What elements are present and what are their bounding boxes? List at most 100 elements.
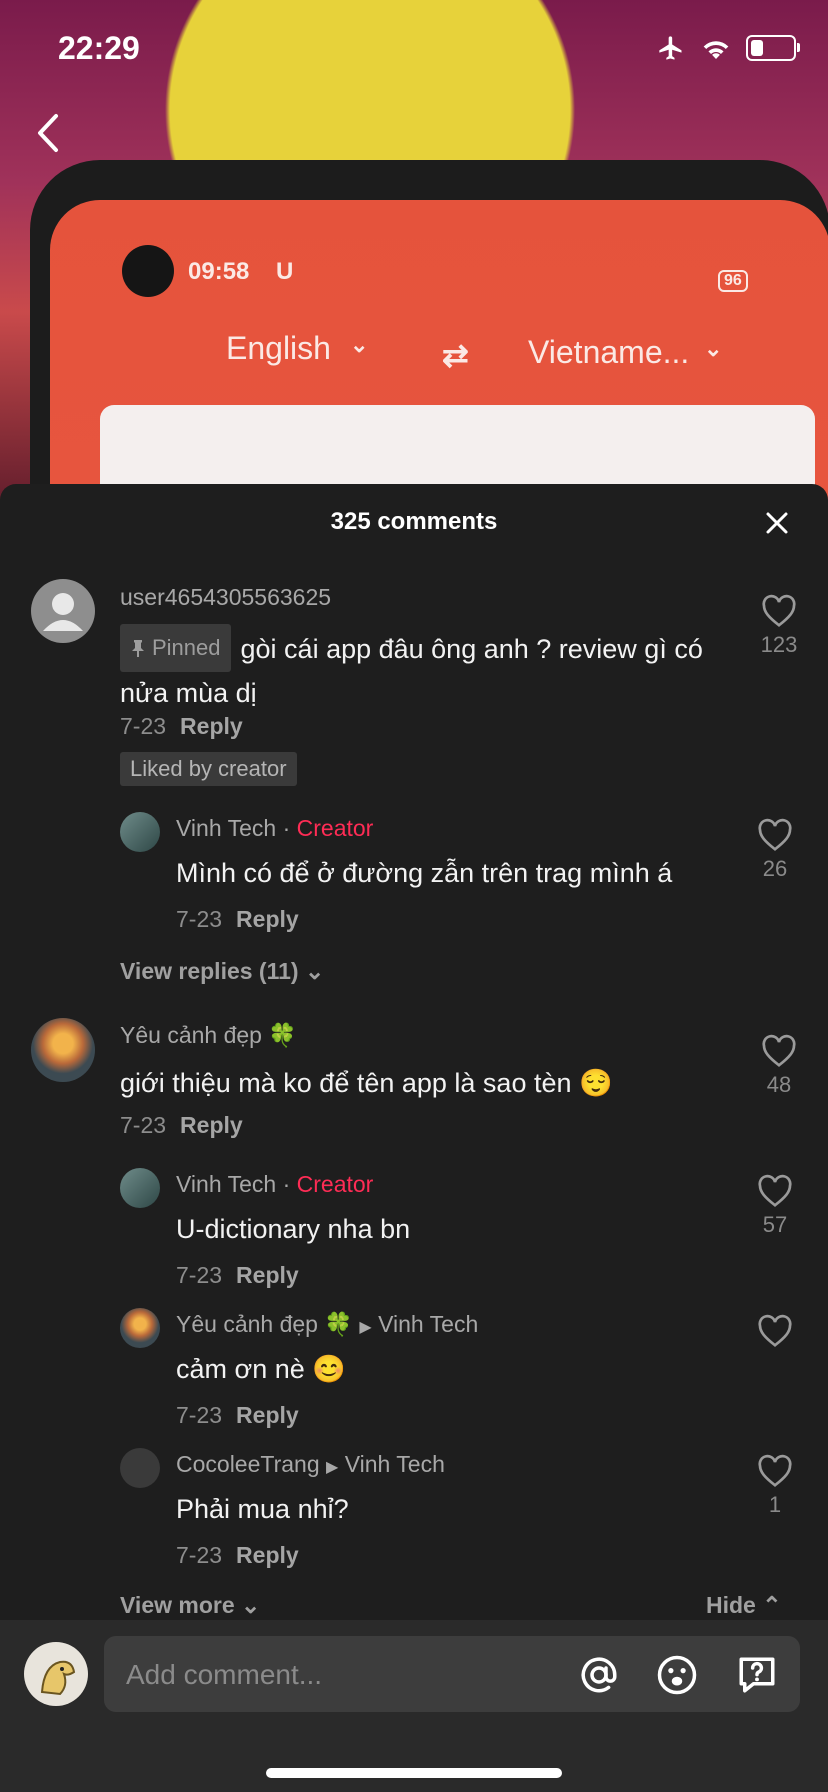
reply-arrow-icon: ▶: [326, 1459, 339, 1476]
avatar[interactable]: [120, 1448, 160, 1488]
comments-sheet: 325 comments user4654305563625 Pinned gòi…: [0, 484, 828, 1792]
creator-badge: Creator: [296, 1171, 374, 1197]
video-target-lang: Vietname...: [528, 334, 690, 370]
at-icon[interactable]: [578, 1654, 620, 1696]
close-icon: [766, 512, 788, 534]
reply-button[interactable]: Reply: [236, 906, 299, 932]
avatar[interactable]: [31, 1018, 95, 1082]
comment-date: 7-23: [176, 1402, 223, 1428]
view-more-button[interactable]: View more ⌄: [120, 1592, 260, 1619]
like-count: 57: [762, 1212, 788, 1237]
liked-by-creator-badge: Liked by creator: [120, 752, 297, 786]
comment-username: CocoleeTrang ▶ Vinh Tech: [176, 1451, 445, 1478]
avatar[interactable]: [120, 1308, 160, 1348]
comment-body: cảm ơn nè 😊: [176, 1354, 346, 1384]
heart-icon: [762, 1034, 796, 1067]
view-more-label: View more: [120, 1592, 235, 1618]
video-phone-camera: [122, 245, 174, 297]
back-button[interactable]: [28, 108, 68, 158]
like-count: 48: [766, 1072, 792, 1097]
like-button[interactable]: 1: [745, 1454, 805, 1518]
username-link[interactable]: Vinh Tech: [176, 815, 276, 841]
username-link[interactable]: Vinh Tech: [176, 1171, 276, 1197]
comment-meta: 7-23 Reply: [176, 906, 299, 933]
comment-composer-bar: [0, 1620, 828, 1792]
chevron-down-icon: ⌄: [241, 1592, 261, 1618]
comment-body: U-dictionary nha bn: [176, 1214, 411, 1244]
status-time: 22:29: [58, 30, 140, 66]
comment-date: 7-23: [176, 1542, 223, 1568]
battery-icon: [746, 35, 800, 61]
comment-date: 7-23: [120, 713, 167, 739]
question-icon[interactable]: [736, 1654, 778, 1696]
chevron-up-icon: ⌃: [762, 1592, 782, 1618]
status-icons: [656, 34, 800, 62]
reply-button[interactable]: Reply: [236, 1542, 299, 1568]
avatar[interactable]: [120, 1168, 160, 1208]
video-source-lang: English: [226, 330, 331, 366]
comment-date: 7-23: [176, 1262, 223, 1288]
heart-icon: [758, 1174, 792, 1207]
chevron-down-icon: ⌄: [350, 332, 369, 357]
comment-date: 7-23: [120, 1112, 167, 1138]
comment-meta: 7-23 Reply: [120, 713, 243, 740]
like-count: 123: [760, 632, 798, 657]
like-button[interactable]: 123: [749, 594, 809, 658]
reply-button[interactable]: Reply: [236, 1262, 299, 1288]
comment-body: giới thiệu mà ko để tên app là sao tèn 😌: [120, 1068, 613, 1098]
view-replies-label: View replies (11): [120, 958, 299, 984]
like-count: 26: [762, 856, 788, 881]
like-button[interactable]: [745, 1314, 805, 1352]
like-button[interactable]: 48: [749, 1034, 809, 1098]
video-phone-time: 09:58: [188, 258, 250, 285]
comment-username: Yêu cảnh đẹp 🍀 ▶ Vinh Tech: [176, 1311, 478, 1338]
view-replies-button[interactable]: View replies (11) ⌄: [120, 958, 324, 985]
pin-icon: [132, 640, 144, 657]
like-button[interactable]: 57: [745, 1174, 805, 1238]
comment-text: Pinned gòi cái app đâu ông anh ? review g…: [120, 624, 740, 714]
comment-meta: 7-23 Reply: [176, 1542, 299, 1569]
swap-icon: ⇄: [442, 337, 469, 373]
chevron-down-icon: ⌄: [704, 336, 723, 361]
heart-icon: [758, 1454, 792, 1487]
cartoon-avatar-icon: [40, 1660, 76, 1696]
comment-meta: 7-23 Reply: [176, 1402, 299, 1429]
video-phone-battery: 96: [718, 270, 748, 292]
close-button[interactable]: [762, 508, 792, 538]
back-icon: [38, 114, 58, 152]
comment-body: Phải mua nhỉ?: [176, 1494, 349, 1524]
video-phone-carrier: U: [276, 258, 294, 285]
video-background[interactable]: 09:58 U 96 English ⌄ ⇄ Vietname... ⌄: [0, 0, 828, 520]
comment-meta: 7-23 Reply: [120, 1112, 243, 1139]
reply-button[interactable]: Reply: [236, 1402, 299, 1428]
heart-icon: [758, 818, 792, 851]
comments-count-title: 325 comments: [330, 508, 498, 535]
chevron-down-icon: ⌄: [304, 958, 325, 984]
comment-input[interactable]: [124, 1636, 568, 1714]
heart-icon: [758, 1314, 792, 1347]
default-avatar-icon: [43, 593, 83, 631]
reply-to-username[interactable]: Vinh Tech: [345, 1451, 445, 1477]
comment-input-box: [104, 1636, 800, 1714]
username-link[interactable]: Yêu cảnh đẹp 🍀: [176, 1311, 353, 1337]
username-link[interactable]: CocoleeTrang: [176, 1451, 320, 1477]
my-avatar[interactable]: [24, 1642, 88, 1706]
reply-to-username[interactable]: Vinh Tech: [378, 1311, 478, 1337]
avatar[interactable]: [31, 579, 95, 643]
comment-username[interactable]: user4654305563625: [120, 584, 331, 611]
comment-date: 7-23: [176, 906, 223, 932]
like-button[interactable]: 26: [745, 818, 805, 882]
comment-username: Vinh Tech · Creator: [176, 1171, 374, 1197]
comment-meta: 7-23 Reply: [176, 1262, 299, 1289]
heart-icon: [762, 594, 796, 627]
reply-button[interactable]: Reply: [180, 1112, 243, 1138]
emoji-icon[interactable]: [656, 1654, 698, 1696]
reply-arrow-icon: ▶: [359, 1319, 372, 1336]
comment-username[interactable]: Yêu cảnh đẹp 🍀: [120, 1022, 297, 1049]
reply-button[interactable]: Reply: [180, 713, 243, 739]
comment-username: Vinh Tech · Creator: [176, 815, 374, 841]
hide-button[interactable]: Hide ⌃: [706, 1592, 782, 1619]
avatar[interactable]: [120, 812, 160, 852]
hide-label: Hide: [706, 1592, 756, 1618]
like-count: 1: [768, 1492, 782, 1517]
